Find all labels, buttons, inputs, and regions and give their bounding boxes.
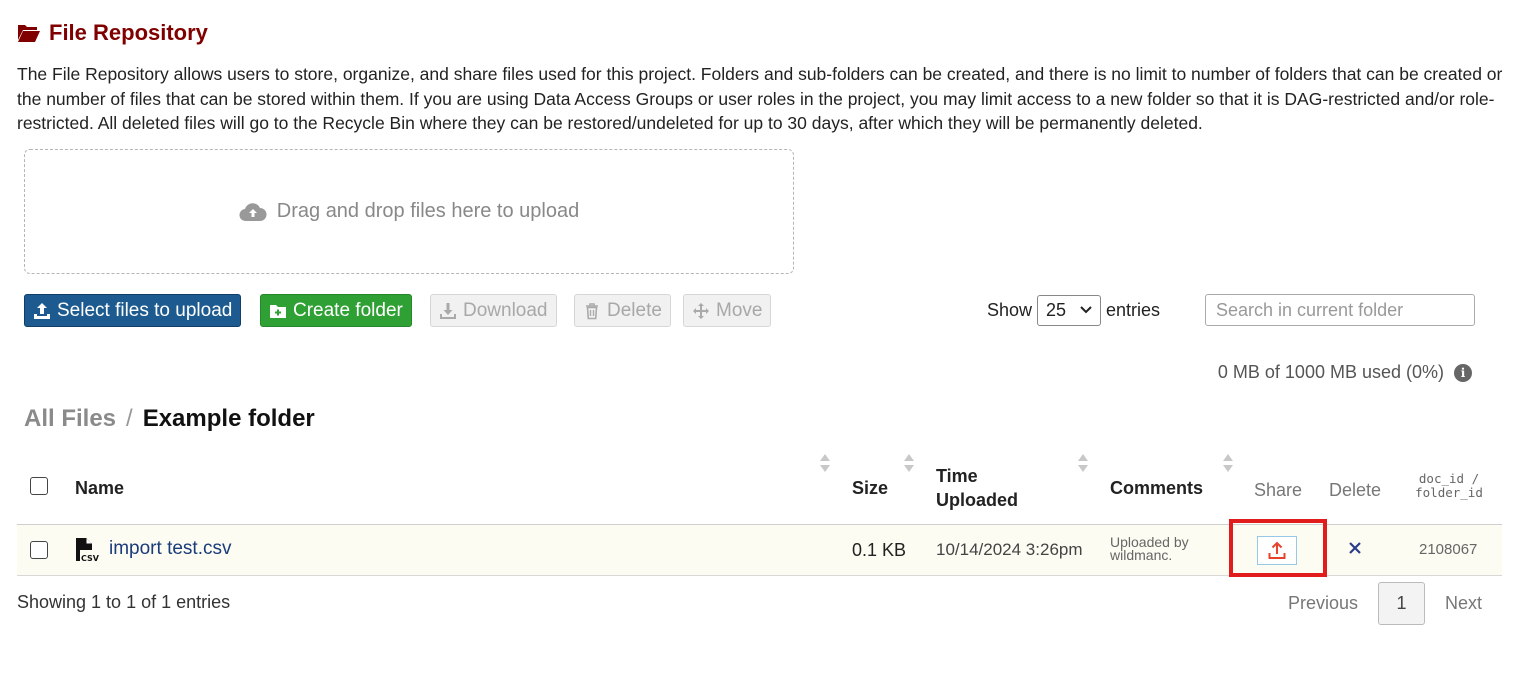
- storage-usage: 0 MB of 1000 MB used (0%) i: [1218, 362, 1472, 383]
- download-button[interactable]: Download: [430, 294, 557, 327]
- trash-icon: [586, 302, 598, 319]
- select-files-label: Select files to upload: [57, 299, 233, 321]
- upload-icon: [34, 302, 50, 319]
- entries-select[interactable]: 25: [1037, 294, 1102, 326]
- page-title: File Repository: [17, 20, 208, 46]
- doc-id: 2108067: [1419, 541, 1478, 558]
- breadcrumb-separator: /: [126, 405, 133, 432]
- column-delete: Delete: [1329, 480, 1382, 500]
- search-placeholder: Search in current folder: [1216, 299, 1404, 320]
- csv-file-icon: CSV: [76, 538, 100, 563]
- arrows-move-icon: [693, 302, 709, 319]
- file-table: Name Size Time Uploaded Comments Share D…: [17, 448, 1502, 577]
- select-files-button[interactable]: Select files to upload: [24, 294, 242, 327]
- column-doc-id: doc_id / folder_id: [1413, 472, 1485, 500]
- move-button[interactable]: Move: [683, 294, 772, 327]
- download-icon: [440, 302, 456, 319]
- column-name[interactable]: Name: [75, 476, 124, 500]
- column-comments[interactable]: Comments: [1110, 476, 1203, 500]
- table-row: CSV import test.csv 0.1 KB 10/14/2024 3:…: [17, 519, 1502, 577]
- folder-open-icon: [18, 25, 40, 42]
- next-page-button[interactable]: Next: [1425, 582, 1502, 625]
- create-folder-label: Create folder: [293, 299, 403, 321]
- select-all-checkbox[interactable]: [30, 477, 48, 495]
- table-header: Name Size Time Uploaded Comments Share D…: [17, 448, 1502, 525]
- entries-length-control: Show 25 entries: [987, 294, 1160, 326]
- column-id-line2: folder_id: [1415, 485, 1483, 500]
- column-time-line1: Time: [936, 466, 978, 486]
- column-time-uploaded[interactable]: Time Uploaded: [936, 464, 1018, 512]
- svg-text:CSV: CSV: [81, 554, 100, 563]
- create-folder-button[interactable]: Create folder: [260, 294, 412, 327]
- file-comment-line2: wildmanc.: [1110, 547, 1173, 563]
- sort-icon[interactable]: [1222, 453, 1234, 473]
- dropzone-text: Drag and drop files here to upload: [276, 200, 580, 222]
- column-id-line1: doc_id /: [1418, 471, 1480, 486]
- file-size: 0.1 KB: [852, 540, 907, 560]
- page-description: The File Repository allows users to stor…: [17, 64, 1503, 133]
- pagination: Previous 1 Next: [1268, 582, 1502, 625]
- column-size[interactable]: Size: [852, 476, 888, 500]
- page-1-button[interactable]: 1: [1377, 582, 1425, 625]
- delete-button[interactable]: Delete: [574, 294, 671, 327]
- search-input[interactable]: Search in current folder: [1205, 294, 1475, 326]
- breadcrumb-root-link[interactable]: All Files: [24, 405, 116, 433]
- chevron-down-icon: [1080, 306, 1092, 314]
- sort-icon[interactable]: [1077, 453, 1089, 473]
- row-checkbox[interactable]: [30, 541, 48, 559]
- move-label: Move: [716, 299, 763, 321]
- file-dropzone[interactable]: Drag and drop files here to upload: [24, 149, 794, 274]
- breadcrumb: All Files / Example folder: [24, 405, 315, 433]
- folder-plus-icon: [270, 304, 286, 318]
- file-comment: Uploaded by wildmanc.: [1110, 535, 1189, 563]
- cloud-upload-icon: [239, 202, 267, 221]
- delete-file-icon[interactable]: [1348, 541, 1362, 555]
- delete-label: Delete: [607, 299, 662, 321]
- file-name-link[interactable]: import test.csv: [109, 538, 231, 560]
- info-icon[interactable]: i: [1454, 363, 1472, 382]
- previous-page-button[interactable]: Previous: [1268, 582, 1378, 625]
- sort-icon[interactable]: [819, 453, 831, 473]
- download-label: Download: [463, 299, 548, 321]
- file-time-uploaded: 10/14/2024 3:26pm: [936, 540, 1083, 559]
- column-time-line2: Uploaded: [936, 490, 1019, 510]
- column-share: Share: [1254, 480, 1303, 500]
- page-title-text: File Repository: [49, 20, 208, 45]
- sort-icon[interactable]: [903, 453, 915, 473]
- share-highlight-box: [1229, 519, 1327, 577]
- entries-select-value: 25: [1046, 299, 1067, 320]
- show-label: Show: [987, 299, 1033, 320]
- table-info: Showing 1 to 1 of 1 entries: [17, 592, 231, 612]
- entries-suffix: entries: [1106, 299, 1161, 320]
- usage-text: 0 MB of 1000 MB used (0%): [1217, 362, 1444, 382]
- breadcrumb-current: Example folder: [142, 405, 315, 432]
